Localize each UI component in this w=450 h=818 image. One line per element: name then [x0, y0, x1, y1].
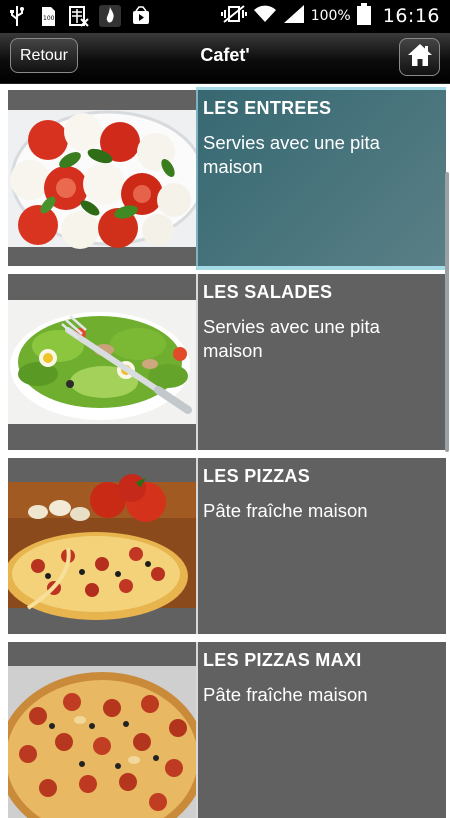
item-divider — [196, 458, 198, 634]
menu-item-text: LES PIZZAS Pâte fraîche maison — [203, 466, 438, 523]
clock: 16:16 — [382, 5, 440, 27]
app-header: Retour Cafet' — [0, 33, 450, 84]
sd-card-icon: 100 — [37, 5, 59, 27]
signal-icon — [283, 4, 305, 29]
item-divider — [196, 274, 198, 450]
notification-icons: 100 — [6, 5, 152, 27]
menu-item-text: LES ENTREES Servies avec une pita maison — [203, 98, 438, 179]
flame-icon — [99, 5, 121, 27]
menu-item-title: LES PIZZAS — [203, 466, 311, 486]
usb-icon — [6, 5, 28, 27]
selection-highlight — [196, 266, 446, 270]
pizzas-maxi-image — [8, 642, 196, 818]
menu-item-description: Servies avec une pita maison — [203, 132, 380, 177]
home-icon — [407, 43, 433, 72]
back-button[interactable]: Retour — [10, 38, 78, 73]
scrollbar[interactable] — [445, 172, 449, 452]
wifi-icon — [253, 4, 277, 29]
svg-text:100: 100 — [43, 15, 55, 22]
vibrate-mute-icon — [220, 4, 247, 29]
home-button[interactable] — [399, 38, 440, 76]
menu-item-pizzas-maxi[interactable]: LES PIZZAS MAXI Pâte fraîche maison — [8, 642, 446, 818]
battery-icon — [356, 2, 371, 30]
menu-item-description: Servies avec une pita maison — [203, 316, 380, 361]
menu-item-text: LES SALADES Servies avec une pita maison — [203, 282, 438, 363]
back-button-label: Retour — [19, 46, 69, 64]
entrees-image — [8, 90, 196, 266]
spreadsheet-icon — [68, 5, 90, 27]
salades-image — [8, 274, 196, 450]
item-divider — [196, 642, 198, 818]
menu-item-entrees[interactable]: LES ENTREES Servies avec une pita maison — [8, 87, 446, 270]
pizzas-image — [8, 458, 196, 634]
menu-item-title: LES ENTREES — [203, 98, 332, 118]
item-divider — [196, 90, 198, 266]
menu-item-title: LES SALADES — [203, 282, 333, 302]
system-icons: 100% 16:16 — [220, 2, 440, 30]
menu-item-title: LES PIZZAS MAXI — [203, 650, 362, 670]
menu-item-description: Pâte fraîche maison — [203, 500, 368, 521]
selection-highlight — [196, 87, 446, 90]
menu-item-text: LES PIZZAS MAXI Pâte fraîche maison — [203, 650, 438, 707]
menu-item-pizzas[interactable]: LES PIZZAS Pâte fraîche maison — [8, 458, 446, 634]
menu-item-salades[interactable]: LES SALADES Servies avec une pita maison — [8, 274, 446, 450]
status-bar: 100 100% 16:16 — [0, 0, 450, 33]
menu-list[interactable]: LES ENTREES Servies avec une pita maison — [0, 84, 450, 818]
media-icon — [130, 5, 152, 27]
battery-percent: 100% — [310, 8, 351, 24]
menu-item-description: Pâte fraîche maison — [203, 684, 368, 705]
